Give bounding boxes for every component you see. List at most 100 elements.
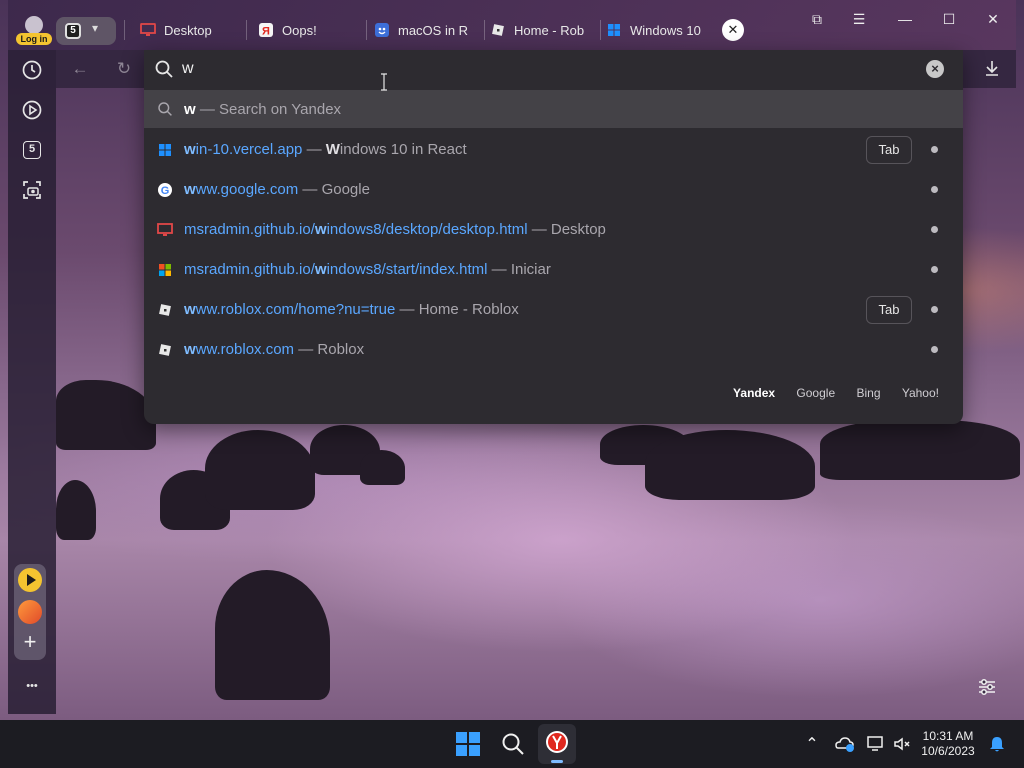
taskbar: ⌃ 10:31 AM 10/6/2023 (0, 720, 1024, 768)
tray-expand-icon[interactable]: ⌃ (802, 734, 822, 754)
tab-count-label: 5 (23, 141, 41, 159)
reload-icon[interactable]: ↻ (114, 59, 134, 79)
remove-suggestion-dot[interactable] (931, 226, 938, 233)
start-icon[interactable] (452, 728, 484, 760)
tab-windows10[interactable]: Windows 10 (606, 18, 708, 44)
suggestion-row[interactable]: G www.google.com — Google (144, 170, 963, 210)
roblox-icon (159, 304, 171, 316)
close-window-button[interactable]: ✕ (978, 8, 1008, 30)
engine-yahoo[interactable]: Yahoo! (902, 386, 939, 400)
suggestion-line: www.roblox.com — Roblox (184, 341, 365, 358)
engine-yandex[interactable]: Yandex (733, 386, 775, 400)
video-icon[interactable] (20, 98, 44, 122)
remove-suggestion-dot[interactable] (931, 146, 938, 153)
suggestion-query: w (184, 101, 196, 118)
tab-desktop[interactable]: Desktop (140, 18, 240, 44)
remove-suggestion-dot[interactable] (931, 266, 938, 273)
tab-count-icon[interactable]: 5 (20, 138, 44, 162)
tab-title: Home - Rob (514, 23, 585, 38)
display-icon[interactable] (866, 734, 886, 754)
engine-google[interactable]: Google (796, 386, 835, 400)
suggestion-row[interactable]: www.roblox.com/home?nu=true — Home - Rob… (144, 290, 963, 330)
suggestion-row[interactable]: www.roblox.com — Roblox (144, 330, 963, 370)
svg-text:Я: Я (262, 26, 270, 38)
login-label: Log in (16, 33, 52, 45)
switch-to-tab-button[interactable]: Tab (866, 296, 912, 324)
suggestion-title: Google (321, 181, 370, 198)
screenshot-icon[interactable] (20, 178, 44, 202)
volume-muted-icon[interactable] (892, 734, 912, 754)
engine-bing[interactable]: Bing (856, 386, 880, 400)
search-suggestion[interactable]: w — Search on Yandex (144, 90, 963, 128)
tab-title: Windows 10 (630, 23, 701, 38)
suggestion-url: www.google.com (184, 181, 299, 198)
weather-icon[interactable] (834, 734, 856, 754)
suggestion-line: msradmin.github.io/windows8/desktop/desk… (184, 221, 606, 238)
avatar (25, 16, 43, 34)
maximize-button[interactable]: ☐ (934, 8, 964, 30)
suggestion-line: www.google.com — Google (184, 181, 370, 198)
desktop-icon (140, 23, 156, 36)
zen-icon[interactable] (18, 600, 42, 624)
tab-separator (366, 20, 367, 40)
customize-icon[interactable] (976, 676, 998, 698)
clock[interactable]: 10:31 AM 10/6/2023 (912, 729, 984, 759)
yandex-icon: Я (259, 23, 273, 38)
tab-title: Oops! (282, 23, 317, 38)
tab-macos[interactable]: macOS in R (374, 18, 478, 44)
roblox-icon (159, 344, 171, 356)
switch-to-tab-button[interactable]: Tab (866, 136, 912, 164)
suggestion-line: win-10.vercel.app — Windows 10 in React (184, 141, 467, 158)
yandex-browser-taskbar-button[interactable] (538, 724, 576, 764)
tabs-overview-button[interactable]: 5 ▾ (56, 17, 116, 45)
suggestion-url: www.roblox.com (184, 341, 295, 358)
close-tab-button[interactable]: ✕ (722, 19, 744, 41)
tab-title: macOS in R (398, 23, 469, 38)
tab-roblox[interactable]: Home - Rob (490, 18, 594, 44)
remove-suggestion-dot[interactable] (931, 306, 938, 313)
notification-bell-icon[interactable] (987, 734, 1007, 754)
clear-input-button[interactable]: × (926, 60, 944, 78)
search-icon[interactable] (497, 728, 529, 760)
text-cursor-icon (381, 73, 387, 91)
macos-icon (375, 23, 389, 37)
tab-separator (124, 20, 125, 40)
remove-suggestion-dot[interactable] (931, 346, 938, 353)
minimize-button[interactable]: — (890, 8, 920, 30)
download-icon[interactable] (982, 59, 1002, 79)
profile-button[interactable]: Log in (16, 14, 52, 48)
address-input[interactable] (182, 59, 882, 79)
tab-separator (484, 20, 485, 40)
add-icon[interactable]: + (18, 630, 42, 654)
suggestion-line: www.roblox.com/home?nu=true — Home - Rob… (184, 301, 519, 318)
alice-play-icon[interactable] (18, 568, 42, 592)
omnibox-dropdown: × w — Search on Yandex win-10.vercel.app… (144, 50, 963, 424)
suggestion-text: w — Search on Yandex (184, 101, 341, 118)
suggestion-title: Desktop (550, 221, 606, 238)
active-indicator (551, 760, 563, 763)
suggestion-url: www.roblox.com/home?nu=true (184, 301, 396, 318)
windows-icon (159, 144, 171, 156)
suggestion-row[interactable]: msradmin.github.io/windows8/start/index.… (144, 250, 963, 290)
suggestion-suffix: — Search on Yandex (195, 101, 342, 118)
back-icon[interactable]: ← (70, 59, 90, 79)
suggestion-row[interactable]: msradmin.github.io/windows8/desktop/desk… (144, 210, 963, 250)
google-icon: G (158, 183, 172, 197)
more-icon[interactable]: ••• (18, 680, 46, 694)
desktop-icon (157, 223, 173, 236)
svg-text:G: G (161, 185, 170, 197)
remove-suggestion-dot[interactable] (931, 186, 938, 193)
search-icon (158, 102, 172, 116)
bookmarks-icon[interactable]: ⧉ (802, 8, 832, 30)
tab-count-badge: 5 (65, 23, 81, 39)
windows8-icon (159, 264, 171, 276)
address-bar: × (144, 50, 963, 88)
suggestion-url: msradmin.github.io/windows8/start/index.… (184, 261, 488, 278)
menu-icon[interactable]: ☰ (844, 8, 874, 30)
tab-oops[interactable]: Я Oops! (258, 18, 358, 44)
search-icon (155, 60, 173, 78)
suggestion-row[interactable]: win-10.vercel.app — Windows 10 in React … (144, 130, 963, 170)
history-icon[interactable] (20, 58, 44, 82)
sidebar: 5 + ••• (8, 50, 56, 714)
tab-strip: Log in 5 ▾ Desktop Я Oops! macOS in R Ho… (8, 0, 1016, 50)
